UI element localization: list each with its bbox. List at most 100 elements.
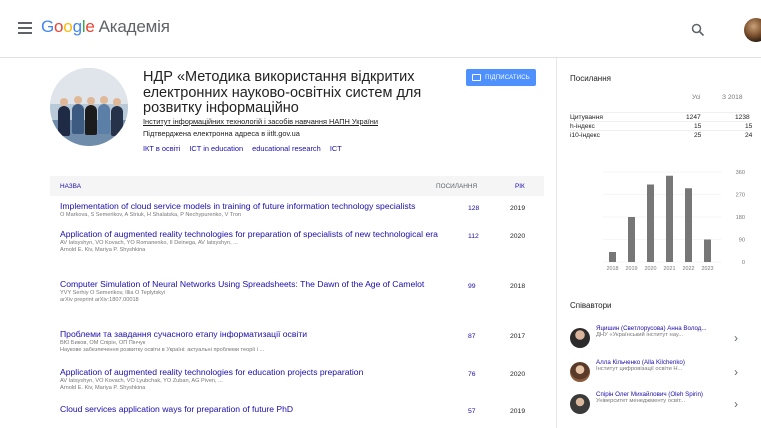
profile-photo bbox=[50, 68, 128, 146]
publication-title[interactable]: Проблеми та завдання сучасного етапу інф… bbox=[60, 329, 452, 340]
metric-since: 15 bbox=[745, 123, 753, 130]
publication-authors: O Markova, S Semerikov, A Striuk, H Shal… bbox=[60, 211, 242, 218]
follow-button[interactable]: ПІДПИСАТИСЬ bbox=[466, 69, 536, 86]
publication-authors: AV Iatsyshyn, VO Kovach, VO Lyubchak, YO… bbox=[60, 377, 223, 384]
citation-count[interactable]: 87 bbox=[468, 333, 476, 340]
metric-label: i10-індекс bbox=[570, 132, 600, 139]
metric-row: i10-індекс 25 24 bbox=[570, 130, 753, 139]
publication-year: 2017 bbox=[510, 333, 526, 340]
coauthor-avatar bbox=[570, 394, 590, 414]
metric-label: h-індекс bbox=[570, 123, 595, 130]
col-since: З 2018 bbox=[722, 94, 743, 101]
publication-title[interactable]: Implementation of cloud service models i… bbox=[60, 201, 452, 212]
citation-count[interactable]: 76 bbox=[468, 371, 476, 378]
account-avatar[interactable] bbox=[744, 18, 761, 42]
publication-venue: Arnold E. Kiv, Mariya P. Shyshkina bbox=[60, 384, 146, 391]
interest-link[interactable]: ICT bbox=[330, 144, 342, 153]
y-tick-label: 270 bbox=[736, 193, 745, 199]
sidebar: Посилання Усі З 2018 Цитування 1247 1238… bbox=[556, 58, 761, 428]
citation-count[interactable]: 128 bbox=[468, 205, 479, 212]
chart-bar[interactable] bbox=[704, 239, 711, 263]
mail-icon bbox=[472, 74, 482, 81]
col-all: Усі bbox=[692, 94, 701, 101]
publication-title[interactable]: Application of augmented reality technol… bbox=[60, 229, 452, 240]
chart-bar[interactable] bbox=[628, 217, 635, 262]
metric-all: 15 bbox=[694, 123, 702, 130]
metric-row: Цитування 1247 1238 bbox=[570, 112, 750, 121]
sort-by-cites[interactable]: ПОСИЛАННЯ bbox=[436, 183, 477, 190]
publication-venue: Arnold E. Kiv, Mariya P. Shyshkina bbox=[60, 246, 146, 253]
coauthor-org: ДНУ «Український інститут нау... bbox=[596, 332, 684, 339]
search-icon[interactable] bbox=[691, 23, 705, 37]
metric-label: Цитування bbox=[570, 114, 603, 121]
follow-label: ПІДПИСАТИСЬ bbox=[485, 74, 530, 81]
coauthor-item[interactable]: Яцишин (Светлорусова) Анна Волод... ДНУ … bbox=[570, 324, 758, 354]
publication-authors: ВЮ Биков, ОМ Спірін, ОП Пінчук bbox=[60, 339, 146, 346]
metric-since: 1238 bbox=[735, 114, 750, 121]
logo-letter: e bbox=[85, 17, 95, 36]
x-tick-label: 2021 bbox=[664, 266, 676, 272]
chart-bar[interactable] bbox=[647, 184, 654, 263]
coauthor-name[interactable]: Яцишин (Светлорусова) Анна Волод... ДНУ … bbox=[596, 325, 721, 339]
interest-link[interactable]: educational research bbox=[252, 144, 321, 153]
publications-list: Implementation of cloud service models i… bbox=[50, 201, 544, 425]
coauthor-name-text: Алла Кільченко (Alla Kilchenko) bbox=[596, 359, 685, 366]
citation-count[interactable]: 57 bbox=[468, 408, 476, 415]
citation-count[interactable]: 112 bbox=[468, 233, 479, 240]
table-row: Application of augmented reality technol… bbox=[50, 229, 544, 280]
product-name: Академія bbox=[98, 17, 170, 36]
coauthor-item[interactable]: Спірін Олег Михайлович (Oleh Spirin) Уні… bbox=[570, 390, 758, 420]
y-tick-label: 360 bbox=[736, 170, 745, 176]
sort-by-title[interactable]: НАЗВА bbox=[60, 183, 81, 190]
logo-letter: g bbox=[72, 17, 82, 36]
chart-bar[interactable] bbox=[609, 252, 616, 262]
affiliation-link[interactable]: Інститут інформаційних технологій і засо… bbox=[143, 117, 378, 126]
metric-all: 25 bbox=[694, 132, 702, 139]
citations-title: Посилання bbox=[570, 74, 611, 83]
coauthor-item[interactable]: Алла Кільченко (Alla Kilchenko) Інститут… bbox=[570, 358, 758, 388]
publication-venue: Наукове забезпечення розвитку освіти в У… bbox=[60, 346, 265, 353]
interest-link[interactable]: ІКТ в освіті bbox=[143, 144, 180, 153]
chevron-right-icon[interactable]: › bbox=[734, 397, 738, 411]
citation-count[interactable]: 99 bbox=[468, 283, 476, 290]
verified-email: Підтверджена електронна адреса в iitlt.g… bbox=[143, 129, 300, 138]
profile-name: НДР «Методика використання відкритих еле… bbox=[143, 69, 422, 116]
table-header: НАЗВА ПОСИЛАННЯ РІК bbox=[50, 176, 544, 196]
publication-title[interactable]: Cloud services application ways for prep… bbox=[60, 404, 452, 415]
x-tick-label: 2022 bbox=[683, 266, 695, 272]
citation-metrics-table: Усі З 2018 Цитування 1247 1238 h-індекс … bbox=[570, 94, 753, 139]
publication-year: 2019 bbox=[510, 408, 526, 415]
metric-row: h-індекс 15 15 bbox=[570, 121, 753, 130]
coauthor-org: Університет менеджменту освіт... bbox=[596, 398, 686, 405]
chevron-right-icon[interactable]: › bbox=[734, 331, 738, 345]
logo-letter: o bbox=[54, 17, 64, 36]
interest-link[interactable]: ICT in education bbox=[189, 144, 243, 153]
x-tick-label: 2018 bbox=[607, 266, 619, 272]
sort-by-year[interactable]: РІК bbox=[515, 183, 525, 190]
chevron-right-icon[interactable]: › bbox=[734, 365, 738, 379]
coauthor-avatar bbox=[570, 362, 590, 382]
coauthor-name[interactable]: Алла Кільченко (Alla Kilchenko) Інститут… bbox=[596, 359, 721, 373]
coauthor-avatar bbox=[570, 328, 590, 348]
x-tick-label: 2023 bbox=[702, 266, 714, 272]
table-row: Implementation of cloud service models i… bbox=[50, 201, 544, 230]
chart-bar[interactable] bbox=[666, 175, 673, 262]
publication-authors: YVY Serhiy O Semerikov, Illia O Teplytsk… bbox=[60, 289, 166, 296]
coauthor-name-text: Яцишин (Светлорусова) Анна Волод... bbox=[596, 325, 707, 332]
x-tick-label: 2019 bbox=[626, 266, 638, 272]
menu-icon[interactable] bbox=[18, 22, 32, 34]
publication-authors: AV Iatsyshyn, VO Kovach, YO Romanenko, I… bbox=[60, 239, 238, 246]
publication-year: 2018 bbox=[510, 283, 526, 290]
top-app-bar: Google Академія bbox=[0, 0, 761, 58]
coauthor-name[interactable]: Спірін Олег Михайлович (Oleh Spirin) Уні… bbox=[596, 391, 721, 405]
research-interests: ІКТ в освіті ICT in education educationa… bbox=[143, 144, 349, 153]
x-tick-label: 2020 bbox=[645, 266, 657, 272]
metric-since: 24 bbox=[745, 132, 753, 139]
logo-letter: o bbox=[63, 17, 73, 36]
publication-title[interactable]: Application of augmented reality technol… bbox=[60, 367, 452, 378]
chart-bar[interactable] bbox=[685, 188, 692, 262]
google-scholar-logo[interactable]: Google Академія bbox=[41, 17, 170, 37]
table-row: Cloud services application ways for prep… bbox=[50, 404, 544, 425]
publication-title[interactable]: Computer Simulation of Neural Networks U… bbox=[60, 279, 452, 290]
table-row: Проблеми та завдання сучасного етапу інф… bbox=[50, 329, 544, 368]
